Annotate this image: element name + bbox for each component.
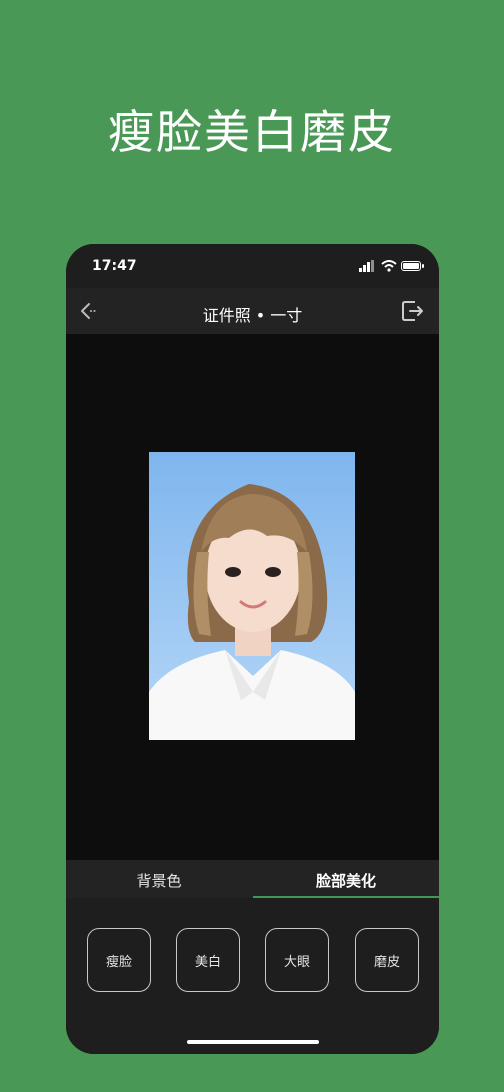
beautify-tools: 瘦脸 美白 大眼 磨皮: [66, 898, 439, 1054]
big-eyes-button[interactable]: 大眼: [265, 928, 329, 992]
whiten-button[interactable]: 美白: [176, 928, 240, 992]
portrait-image: [149, 484, 355, 740]
battery-icon: [401, 261, 424, 271]
tab-face-beautify[interactable]: 脸部美化: [253, 870, 439, 891]
phone-frame: 17:47 证件照 • 一寸 背景色 脸部美化 瘦脸 美白 大眼 磨皮: [66, 244, 439, 1054]
tab-background-color[interactable]: 背景色: [66, 870, 252, 891]
id-photo[interactable]: [149, 452, 355, 740]
smooth-skin-button[interactable]: 磨皮: [355, 928, 419, 992]
share-export-icon[interactable]: [401, 300, 425, 322]
page-title: 证件照 • 一寸: [202, 306, 303, 325]
edit-tabs: 背景色 脸部美化: [66, 860, 439, 898]
home-indicator: [187, 1040, 319, 1044]
promo-headline: 瘦脸美白磨皮: [108, 105, 396, 159]
slim-face-button[interactable]: 瘦脸: [87, 928, 151, 992]
nav-bar: 证件照 • 一寸: [66, 288, 439, 334]
photo-canvas: [66, 334, 439, 860]
status-time: 17:47: [92, 258, 137, 274]
status-icons: [359, 260, 425, 272]
signal-icon: [359, 260, 375, 272]
status-bar: 17:47: [66, 244, 439, 288]
wifi-icon: [381, 260, 397, 272]
